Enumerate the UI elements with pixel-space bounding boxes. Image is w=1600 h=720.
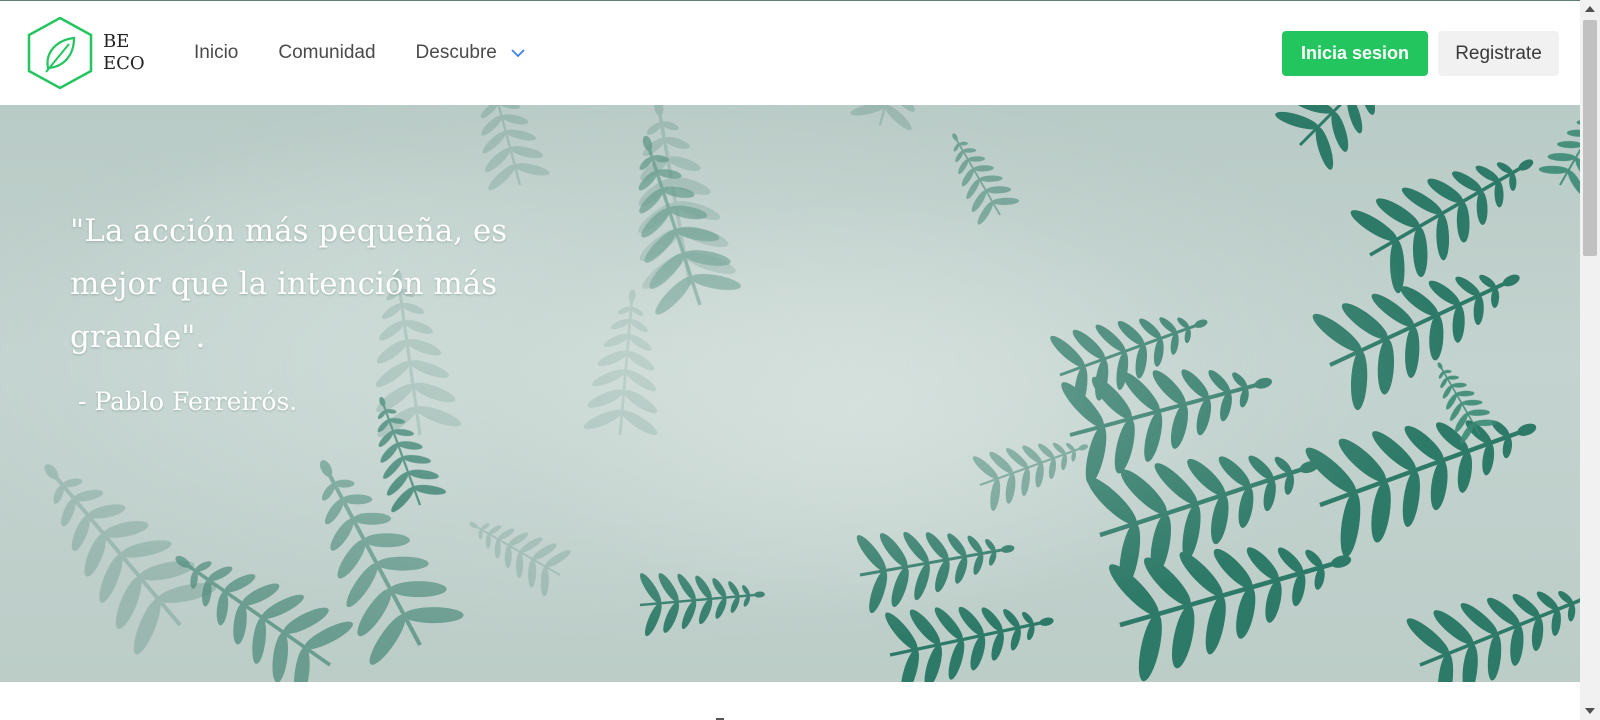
- hero-quote-author: - Pablo Ferreirós.: [78, 387, 298, 416]
- hero-quote: "La acción más pequeña, es mejor que la …: [70, 213, 508, 355]
- nav-link-inicio[interactable]: Inicio: [194, 42, 238, 64]
- scrollbar-thumb[interactable]: [1583, 20, 1597, 256]
- nav-dropdown-descubre[interactable]: Descubre: [416, 42, 525, 64]
- brand-line-2: ECO: [103, 53, 145, 74]
- register-button[interactable]: Registrate: [1438, 31, 1559, 76]
- navbar: BE ECO Inicio Comunidad Descubre Inicia …: [0, 1, 1580, 105]
- nav-link-comunidad[interactable]: Comunidad: [278, 42, 375, 64]
- brand-line-1: BE: [103, 31, 130, 52]
- leaf-hexagon-logo-icon: [27, 16, 93, 90]
- scroll-down-icon[interactable]: [1585, 708, 1595, 714]
- brand-logo[interactable]: BE ECO: [27, 16, 145, 90]
- login-button[interactable]: Inicia sesion: [1282, 31, 1428, 76]
- page-scrollbar[interactable]: [1580, 0, 1600, 720]
- chevron-down-icon: [511, 42, 525, 64]
- content-section: [0, 682, 1580, 720]
- hero-banner: "La acción más pequeña, es mejor que la …: [0, 105, 1580, 682]
- nav-dropdown-label: Descubre: [415, 42, 497, 63]
- scroll-up-icon[interactable]: [1585, 6, 1595, 12]
- main-nav: Inicio Comunidad Descubre: [194, 42, 565, 64]
- brand-name: BE ECO: [103, 31, 145, 75]
